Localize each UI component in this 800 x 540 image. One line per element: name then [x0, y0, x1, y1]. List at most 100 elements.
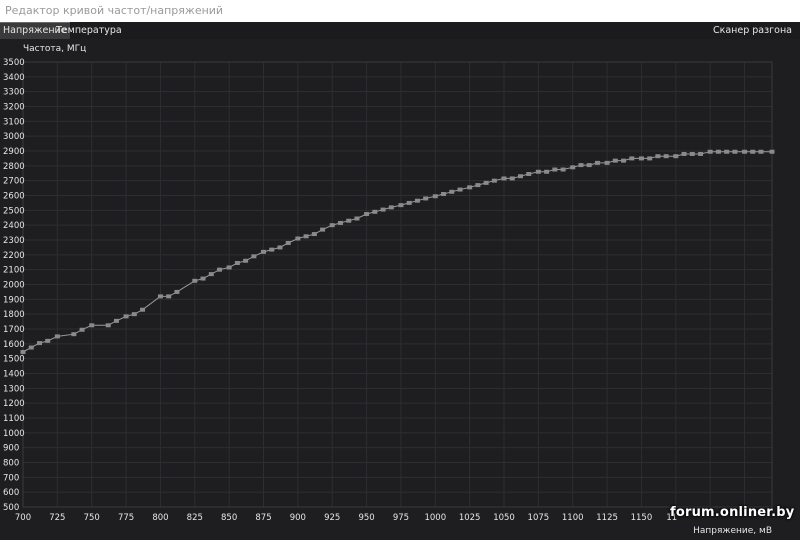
curve-point[interactable] — [329, 223, 335, 228]
curve-point[interactable] — [200, 276, 206, 281]
curve-point[interactable] — [311, 232, 317, 237]
tab-temperature[interactable]: Температура — [53, 22, 125, 39]
curve-point[interactable] — [552, 167, 558, 172]
curve-point[interactable] — [45, 338, 51, 343]
curve-point[interactable] — [689, 151, 695, 156]
curve-point[interactable] — [131, 312, 137, 317]
curve-point[interactable] — [226, 265, 232, 270]
curve-point[interactable] — [698, 151, 704, 156]
curve-point[interactable] — [758, 149, 764, 154]
curve-point[interactable] — [320, 227, 326, 232]
y-tick-label: 3500 — [3, 58, 25, 68]
curve-point[interactable] — [638, 156, 644, 161]
curve-point[interactable] — [742, 149, 748, 154]
curve-point[interactable] — [586, 163, 592, 168]
curve-point[interactable] — [663, 154, 669, 159]
curve-point[interactable] — [79, 327, 85, 332]
curve-point[interactable] — [612, 158, 618, 163]
curve-point[interactable] — [105, 323, 111, 328]
y-tick-label: 2600 — [3, 192, 25, 202]
curve-editor-plot[interactable]: 500 600 700 800 900 1000 1100 1200 1300 1400 1500 1… — [0, 39, 800, 536]
curve-point[interactable] — [647, 156, 653, 161]
curve-point[interactable] — [467, 185, 473, 190]
y-axis-label: Частота, МГц — [23, 44, 86, 54]
curve-point[interactable] — [243, 258, 249, 263]
curve-point[interactable] — [71, 332, 77, 337]
curve-point[interactable] — [251, 254, 257, 259]
x-tick-label: 750 — [84, 513, 100, 523]
curve-point[interactable] — [655, 154, 661, 159]
curve-point[interactable] — [337, 220, 343, 225]
curve-point[interactable] — [594, 160, 600, 165]
curve-point[interactable] — [174, 289, 180, 294]
curve-point[interactable] — [372, 209, 378, 214]
y-tick-label: 3000 — [3, 132, 25, 142]
curve-point[interactable] — [36, 341, 42, 346]
curve-point[interactable] — [560, 167, 566, 172]
curve-point[interactable] — [398, 203, 404, 208]
curve-point[interactable] — [285, 240, 291, 245]
curve-point[interactable] — [28, 345, 34, 350]
curve-point[interactable] — [501, 176, 507, 181]
curve-point[interactable] — [269, 247, 275, 252]
curve-point[interactable] — [303, 234, 309, 239]
curve-point[interactable] — [113, 318, 119, 323]
curve-point[interactable] — [364, 212, 370, 217]
curve-point[interactable] — [457, 187, 463, 192]
curve-point[interactable] — [441, 192, 447, 197]
curve-point[interactable] — [483, 180, 489, 185]
curve-point[interactable] — [217, 267, 223, 272]
curve-point[interactable] — [406, 200, 412, 205]
curve-point[interactable] — [261, 249, 267, 254]
x-tick-label: 875 — [255, 513, 271, 523]
curve-point[interactable] — [346, 218, 352, 223]
curve-point[interactable] — [570, 165, 576, 170]
curve-point[interactable] — [20, 349, 26, 354]
curve-point[interactable] — [432, 194, 438, 199]
curve-point[interactable] — [388, 205, 394, 210]
curve-point[interactable] — [423, 196, 429, 201]
curve-point[interactable] — [54, 334, 60, 339]
vf-curve-chart[interactable]: 500 600 700 800 900 1000 1100 1200 1300 1400 1500 1… — [0, 39, 800, 536]
curve-point[interactable] — [526, 171, 532, 176]
curve-point[interactable] — [604, 160, 610, 165]
curve-point[interactable] — [509, 176, 515, 181]
curve-point[interactable] — [673, 154, 679, 159]
curve-point[interactable] — [166, 294, 172, 299]
y-tick-label: 3100 — [3, 117, 25, 127]
curve-point[interactable] — [578, 163, 584, 168]
curve-point[interactable] — [491, 178, 497, 183]
curve-point[interactable] — [380, 207, 386, 212]
curve-point[interactable] — [544, 169, 550, 174]
curve-point[interactable] — [518, 174, 524, 179]
curve-point[interactable] — [123, 314, 129, 319]
x-tick-label: 1000 — [424, 513, 446, 523]
curve-point[interactable] — [295, 236, 301, 241]
curve-point[interactable] — [681, 151, 687, 156]
curve-point[interactable] — [208, 272, 214, 277]
x-tick-label: 1150 — [631, 513, 653, 523]
curve-point[interactable] — [724, 149, 730, 154]
curve-point[interactable] — [414, 198, 420, 203]
x-tick-label: 900 — [290, 513, 306, 523]
curve-point[interactable] — [140, 307, 146, 312]
curve-point[interactable] — [277, 245, 283, 250]
curve-point[interactable] — [621, 158, 627, 163]
curve-point[interactable] — [535, 169, 541, 174]
oc-scanner-button[interactable]: Сканер разгона — [710, 22, 795, 39]
y-tick-label: 1300 — [3, 384, 25, 394]
curve-point[interactable] — [475, 183, 481, 188]
curve-point[interactable] — [750, 149, 756, 154]
curve-point[interactable] — [449, 189, 455, 194]
curve-point[interactable] — [629, 156, 635, 161]
curve-point[interactable] — [732, 149, 738, 154]
curve-point[interactable] — [234, 260, 240, 265]
curve-point[interactable] — [157, 294, 163, 299]
curve-point[interactable] — [769, 149, 775, 154]
curve-point[interactable] — [192, 278, 198, 283]
curve-point[interactable] — [715, 149, 721, 154]
curve-point[interactable] — [354, 216, 360, 221]
curve-point[interactable] — [707, 149, 713, 154]
y-tick-label: 1800 — [3, 310, 25, 320]
curve-point[interactable] — [89, 323, 95, 328]
